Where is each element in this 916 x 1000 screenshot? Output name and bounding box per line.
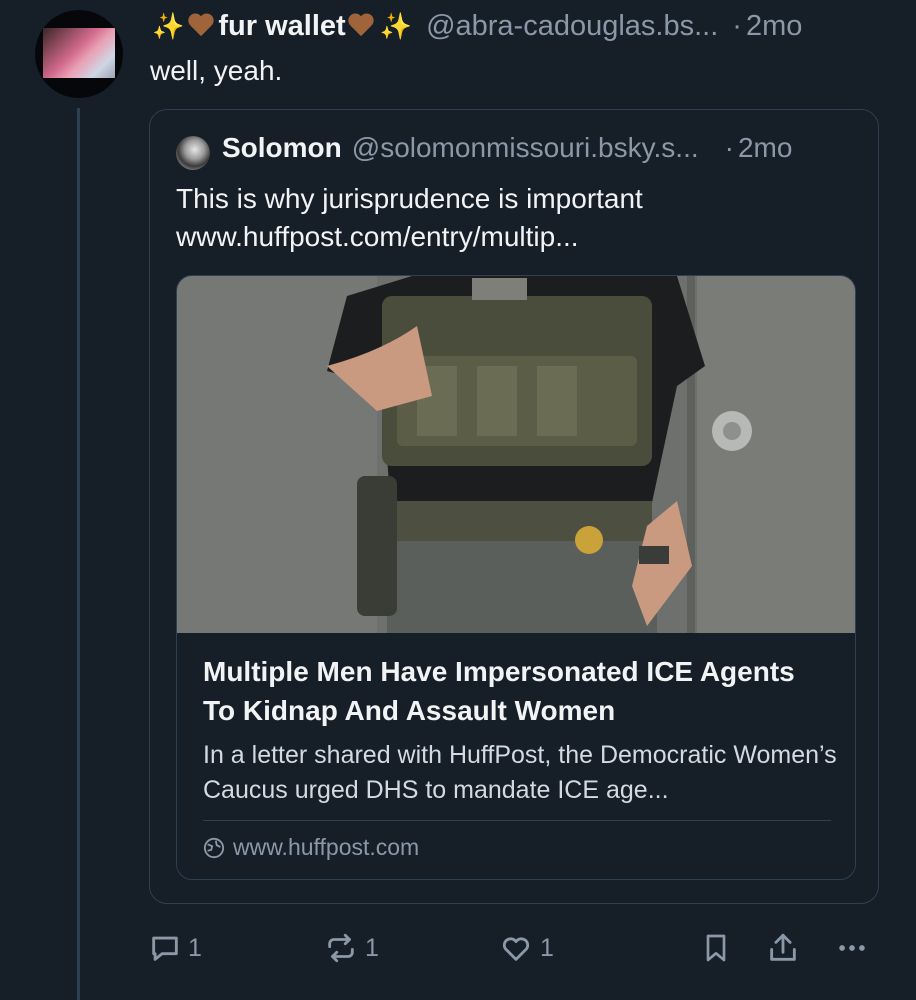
separator-dot: · bbox=[732, 9, 742, 42]
sparkles-icon: ✨ bbox=[379, 10, 413, 41]
post-text: well, yeah. bbox=[150, 55, 283, 86]
link-preview-card[interactable]: Multiple Men Have Impersonated ICE Agent… bbox=[176, 275, 856, 880]
brown-heart-icon bbox=[349, 14, 375, 38]
quoted-author-name[interactable]: Solomon bbox=[222, 132, 342, 164]
quoted-text-link[interactable]: www.huffpost.com/entry/multip... bbox=[176, 218, 856, 256]
share-icon bbox=[770, 933, 796, 961]
author-handle[interactable]: @abra-cadouglas.bs... bbox=[426, 10, 718, 43]
reply-icon bbox=[152, 936, 178, 961]
author-name-text: fur wallet bbox=[218, 9, 346, 42]
like-button[interactable]: 1 bbox=[498, 931, 554, 965]
quoted-author-handle[interactable]: @solomonmissouri.bsky.s... bbox=[352, 132, 699, 164]
author-display-name[interactable]: ✨ fur wallet ✨ bbox=[150, 10, 414, 43]
like-count: 1 bbox=[540, 933, 554, 962]
repost-icon bbox=[328, 933, 354, 963]
quoted-author-avatar[interactable] bbox=[176, 136, 210, 170]
quoted-post-header: Solomon @solomonmissouri.bsky.s... · 2mo bbox=[222, 132, 792, 164]
bookmark-button[interactable] bbox=[700, 931, 732, 965]
quoted-post-text: This is why jurisprudence is important w… bbox=[176, 180, 856, 256]
quoted-post[interactable]: Solomon @solomonmissouri.bsky.s... · 2mo… bbox=[149, 109, 879, 904]
author-avatar[interactable] bbox=[35, 10, 123, 98]
post-actions: 1 1 1 bbox=[0, 925, 916, 975]
more-icon bbox=[839, 945, 865, 951]
quoted-post-timestamp[interactable]: 2mo bbox=[738, 132, 792, 164]
link-card-description: In a letter shared with HuffPost, the De… bbox=[203, 741, 837, 804]
avatar-photo bbox=[43, 28, 115, 78]
link-card-title: Multiple Men Have Impersonated ICE Agent… bbox=[203, 656, 795, 726]
repost-count: 1 bbox=[365, 933, 379, 962]
sparkles-icon: ✨ bbox=[152, 10, 185, 41]
domain-text: www.huffpost.com bbox=[233, 834, 420, 860]
reply-button[interactable]: 1 bbox=[148, 931, 202, 965]
post-timestamp[interactable]: 2mo bbox=[746, 10, 802, 43]
heart-icon bbox=[502, 937, 530, 961]
post-header: ✨ fur wallet ✨ @abra-cadouglas.bs... · 2… bbox=[150, 6, 802, 46]
brown-heart-icon bbox=[189, 14, 215, 38]
quoted-text-line: This is why jurisprudence is important bbox=[176, 183, 643, 214]
more-options-button[interactable] bbox=[834, 931, 870, 965]
globe-icon bbox=[203, 837, 225, 858]
thread-line bbox=[77, 108, 80, 1000]
bookmark-icon bbox=[706, 934, 726, 962]
repost-button[interactable]: 1 bbox=[323, 931, 379, 965]
link-card-domain: www.huffpost.com bbox=[203, 834, 419, 861]
card-divider bbox=[203, 820, 831, 821]
reply-count: 1 bbox=[188, 933, 202, 962]
share-button[interactable] bbox=[766, 931, 800, 965]
separator-dot: · bbox=[724, 132, 734, 163]
link-preview-image bbox=[177, 276, 855, 633]
